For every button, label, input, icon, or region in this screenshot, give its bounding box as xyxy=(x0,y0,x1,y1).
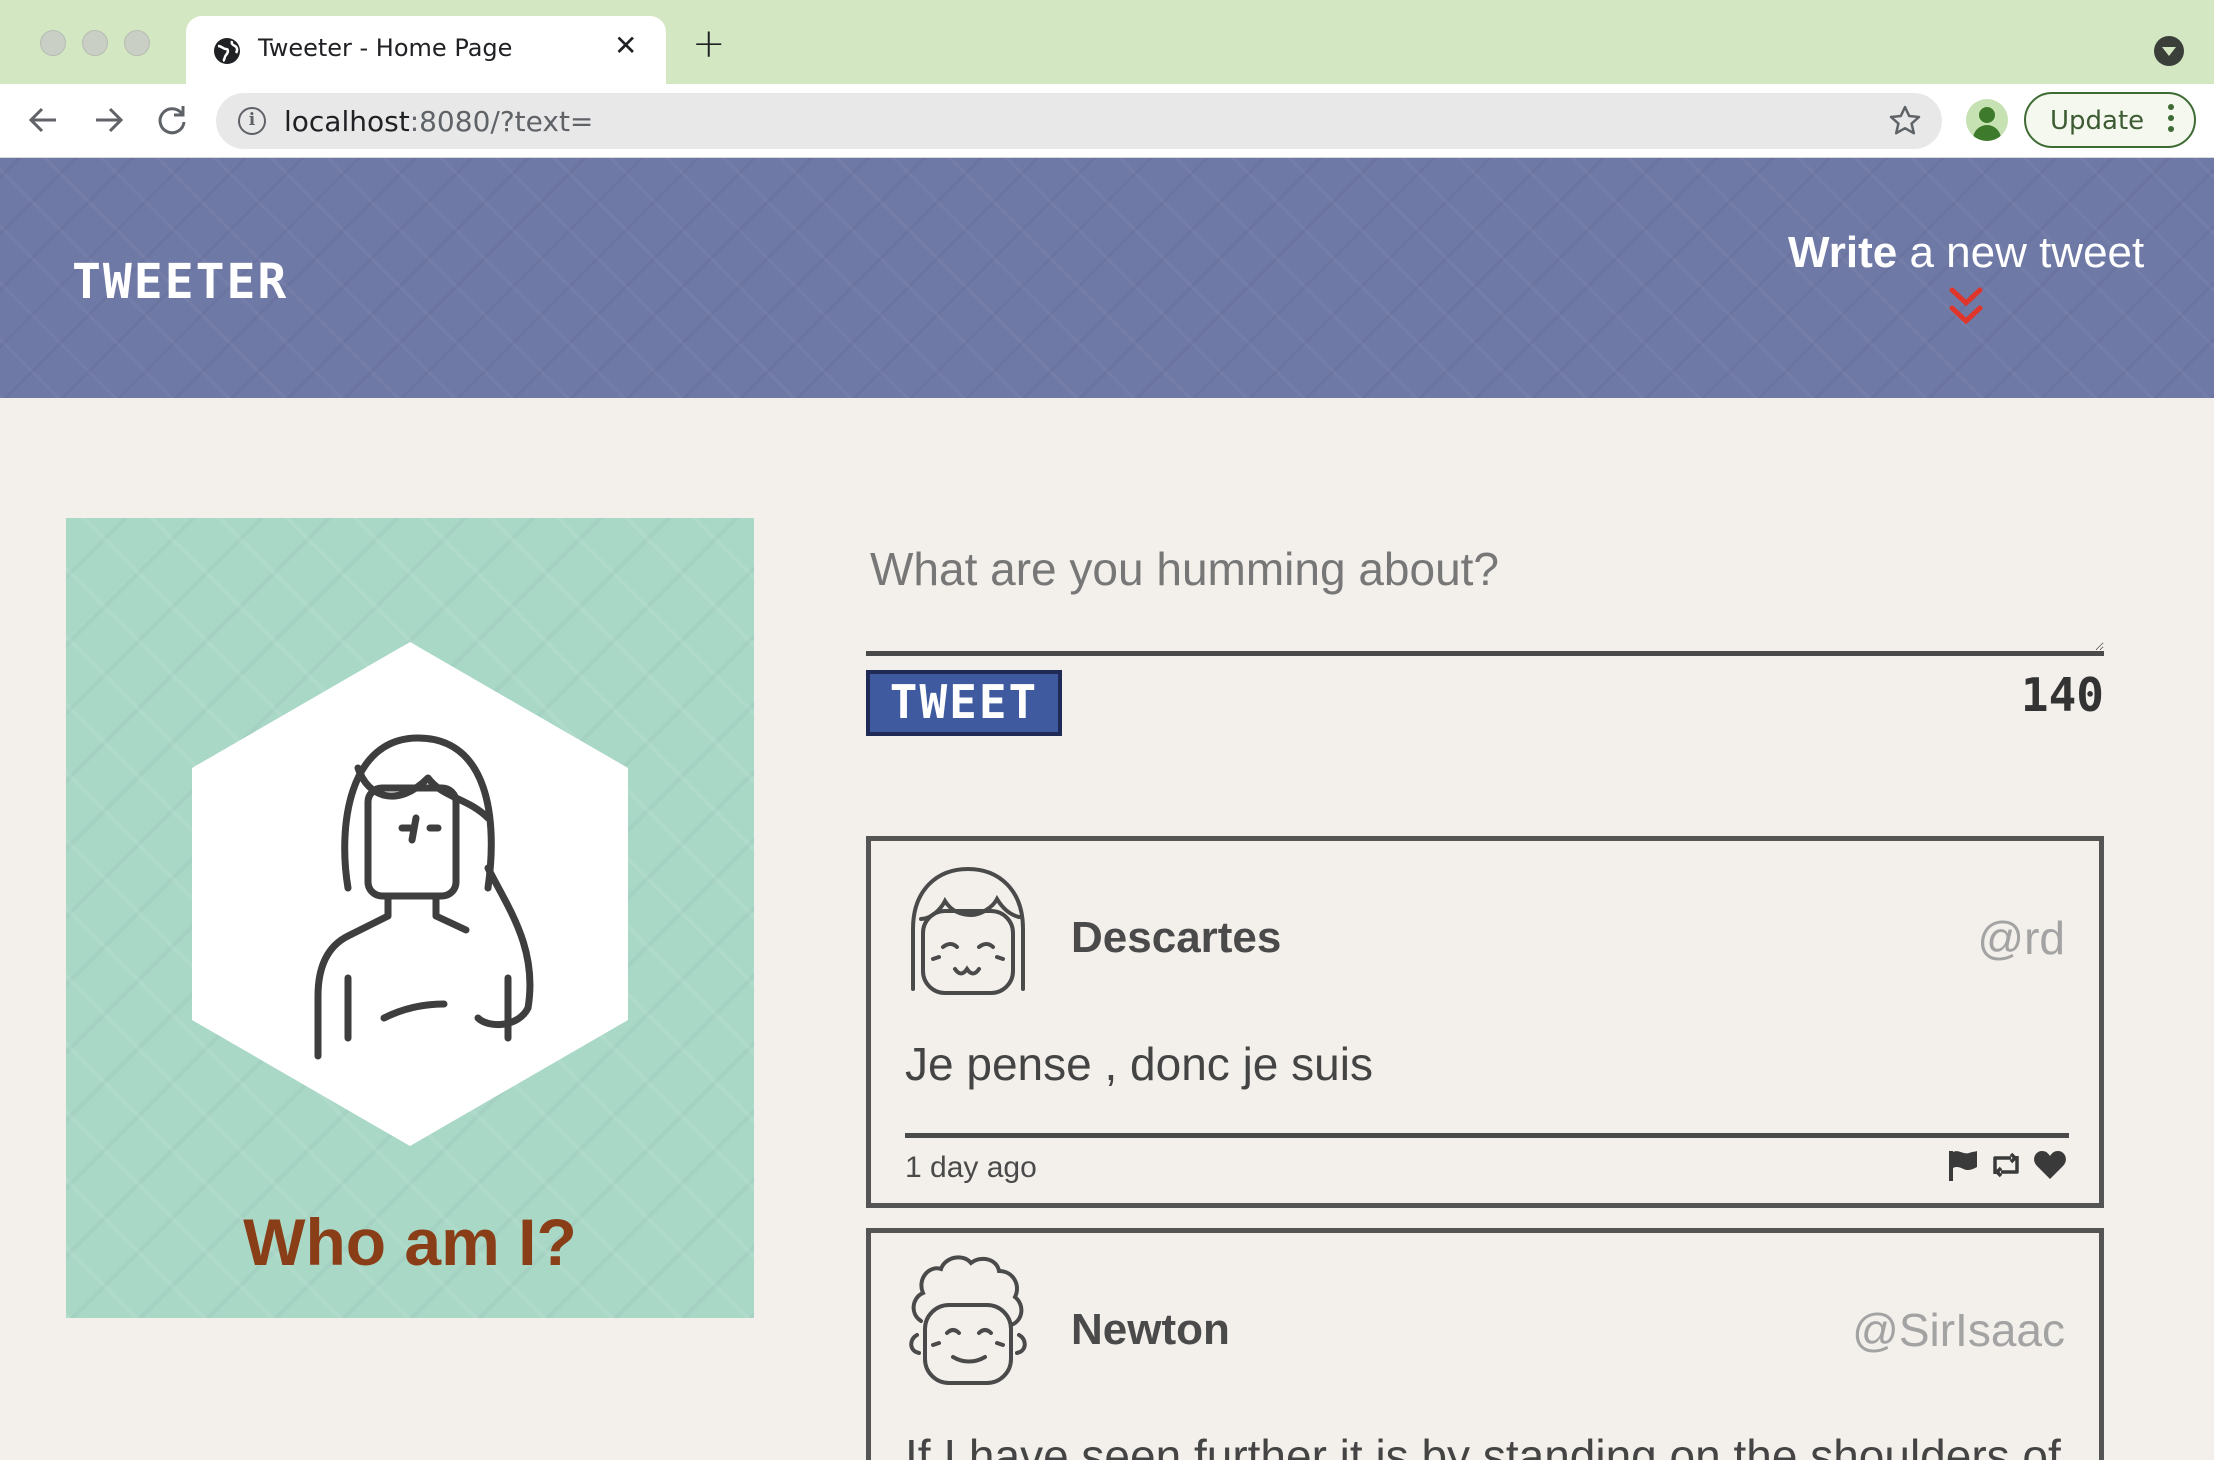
tweet-card: Newton @SirIsaac If I have seen further … xyxy=(866,1228,2104,1460)
close-window-button[interactable] xyxy=(40,30,66,56)
person-icon[interactable] xyxy=(1966,99,2008,141)
new-tab-button[interactable]: + xyxy=(692,24,726,64)
zoom-window-button[interactable] xyxy=(124,30,150,56)
arrow-left-icon[interactable] xyxy=(22,98,66,142)
tweet-author-name[interactable]: Descartes xyxy=(1071,913,1281,963)
site-logo[interactable]: TWEETER xyxy=(72,254,288,310)
double-chevron-down-icon[interactable] xyxy=(1946,286,1986,330)
user-avatar xyxy=(192,642,628,1146)
retweet-icon[interactable] xyxy=(1989,1150,2023,1180)
browser-tab-bar: Tweeter - Home Page ✕ + xyxy=(0,0,2214,84)
tweet-actions xyxy=(1947,1149,2067,1181)
browser-toolbar: i localhost:8080/?text= Update xyxy=(0,84,2214,158)
profile-card: Who am I? xyxy=(66,518,754,1318)
window-controls xyxy=(40,30,150,56)
kebab-menu-icon[interactable] xyxy=(2168,104,2174,138)
tweet-avatar xyxy=(911,866,1025,995)
tweet-divider xyxy=(905,1133,2069,1138)
globe-icon xyxy=(214,38,240,64)
minimize-window-button[interactable] xyxy=(82,30,108,56)
tweet-author-handle[interactable]: @SirIsaac xyxy=(1852,1303,2065,1357)
heart-icon[interactable] xyxy=(2033,1149,2067,1181)
update-label: Update xyxy=(2050,106,2145,136)
tweet-avatar xyxy=(909,1255,1027,1385)
tab-search-icon[interactable] xyxy=(2154,36,2184,66)
tweet-card: Descartes @rd Je pense , donc je suis 1 … xyxy=(866,836,2104,1208)
star-icon[interactable] xyxy=(1888,104,1922,138)
compose-form xyxy=(866,518,2104,658)
info-icon[interactable]: i xyxy=(238,107,266,135)
tweet-text: If I have seen further it is by standing… xyxy=(905,1430,2061,1460)
update-button[interactable]: Update xyxy=(2024,92,2196,148)
tweet-textarea[interactable] xyxy=(866,518,2104,656)
tweet-text: Je pense , donc je suis xyxy=(905,1038,1373,1090)
flag-icon[interactable] xyxy=(1947,1149,1979,1181)
char-counter: 140 xyxy=(2020,668,2104,722)
arrow-right-icon[interactable] xyxy=(86,98,130,142)
tweet-timestamp: 1 day ago xyxy=(905,1151,1037,1184)
address-bar[interactable]: i localhost:8080/?text= xyxy=(216,93,1942,149)
profile-heading: Who am I? xyxy=(243,1205,577,1279)
tweet-author-name[interactable]: Newton xyxy=(1071,1305,1230,1355)
tab-title: Tweeter - Home Page xyxy=(258,34,513,62)
tweet-button[interactable]: TWEET xyxy=(866,670,1062,736)
browser-tab-active[interactable]: Tweeter - Home Page ✕ xyxy=(186,16,666,84)
tweet-author-handle[interactable]: @rd xyxy=(1977,911,2065,965)
site-header: TWEETER Write a new tweet xyxy=(0,158,2214,398)
reload-icon[interactable] xyxy=(150,98,194,142)
close-tab-icon[interactable]: ✕ xyxy=(614,32,637,60)
url-text[interactable]: localhost:8080/?text= xyxy=(284,105,593,138)
write-new-tweet-link[interactable]: Write a new tweet xyxy=(1788,228,2144,278)
